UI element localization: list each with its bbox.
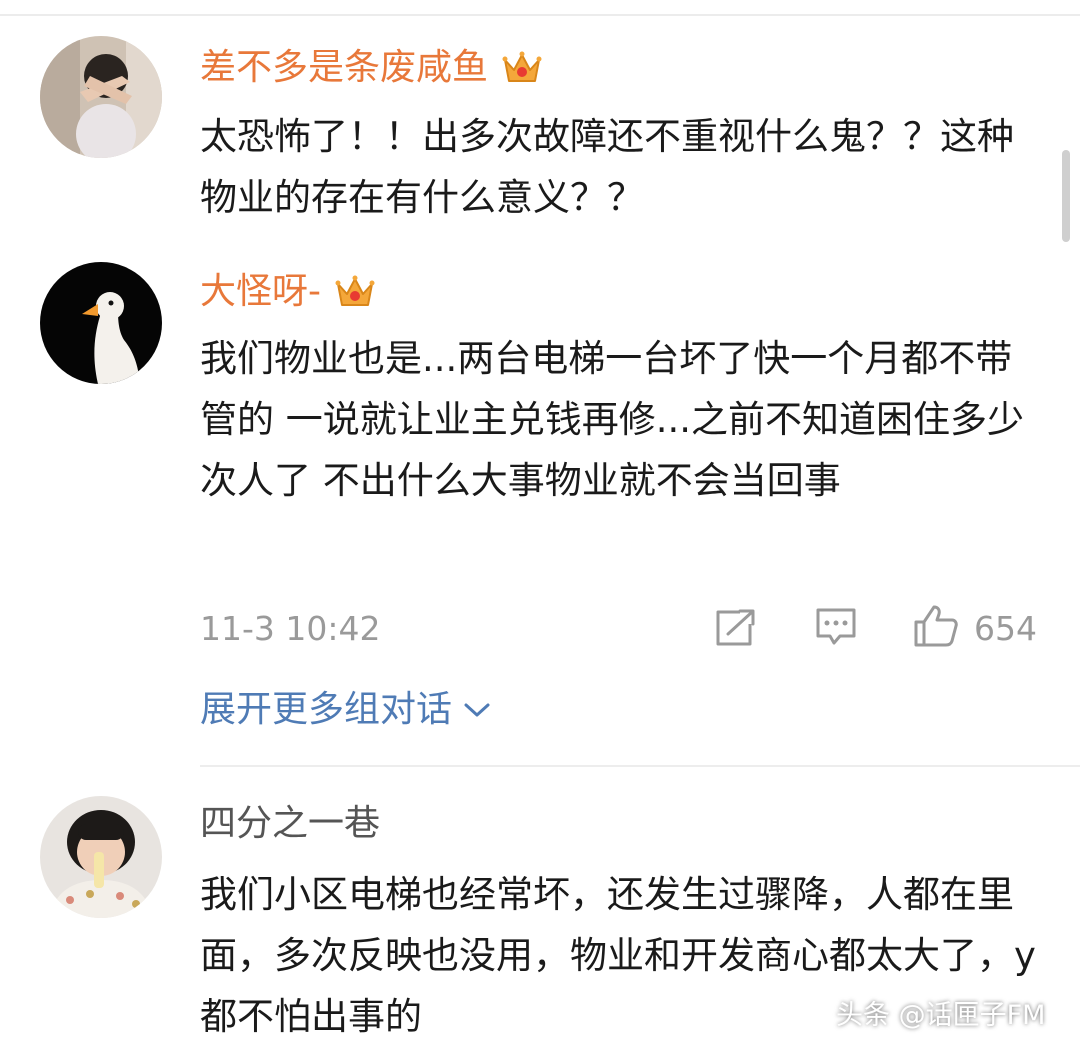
top-divider [0, 14, 1080, 16]
comment-3-header: 四分之一巷 [200, 800, 380, 848]
crown-icon [335, 274, 375, 310]
expand-conversation-link[interactable]: 展开更多组对话 [200, 686, 492, 734]
username-link[interactable]: 大怪呀- [200, 268, 321, 316]
avatar-commenter-1[interactable] [40, 36, 162, 158]
comment-2-text: 我们物业也是...两台电梯一台坏了快一个月都不带管的 一说就让业主兑钱再修...… [200, 337, 1025, 502]
watermark: 头条 @话匣子FM [836, 1000, 1046, 1031]
thumbs-up-icon[interactable] [912, 604, 960, 652]
avatar-commenter-3[interactable] [40, 796, 162, 918]
comment-timestamp: 11-3 10:42 [200, 609, 381, 648]
scrollbar[interactable] [1062, 150, 1070, 242]
share-icon[interactable] [714, 608, 756, 652]
username-link[interactable]: 四分之一巷 [200, 800, 380, 848]
comment-divider [200, 765, 1080, 767]
comment-1-text: 太恐怖了！！出多次故障还不重视什么鬼？？这种物业的存在有什么意义？？ [200, 115, 1014, 219]
comment-icon[interactable] [814, 606, 858, 652]
chevron-down-icon [464, 703, 490, 717]
crown-icon [502, 50, 542, 86]
expand-link-label: 展开更多组对话 [200, 689, 453, 730]
like-count: 654 [974, 609, 1037, 648]
comment-2-header: 大怪呀- [200, 268, 375, 316]
comment-1-header: 差不多是条废咸鱼 [200, 44, 542, 92]
username-link[interactable]: 差不多是条废咸鱼 [200, 44, 488, 92]
avatar-commenter-2[interactable] [40, 262, 162, 384]
